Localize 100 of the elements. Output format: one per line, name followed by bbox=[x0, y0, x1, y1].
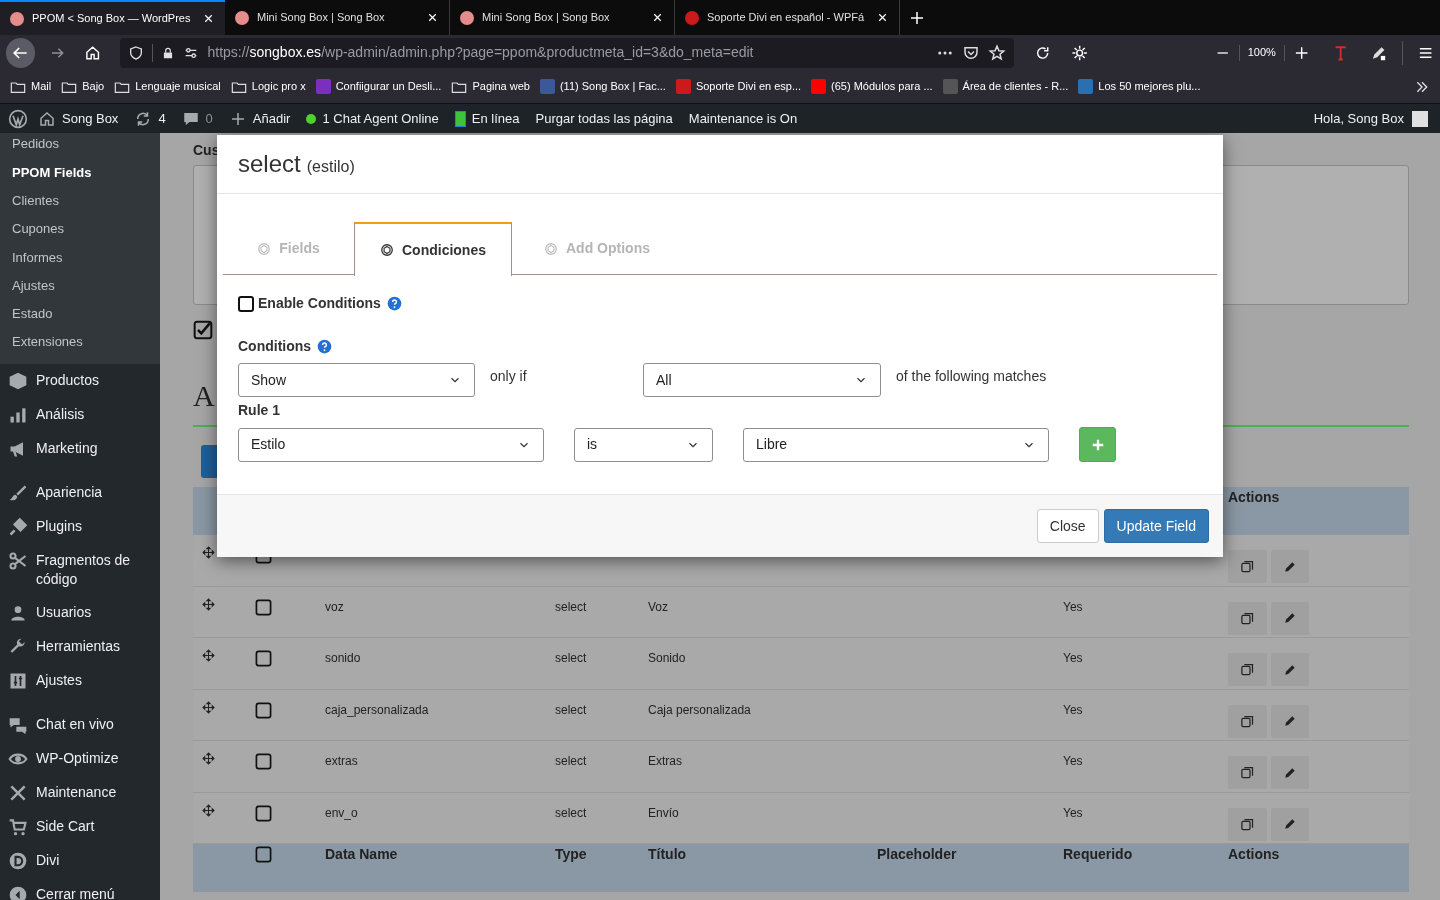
submenu-item[interactable]: PPOM Fields bbox=[0, 158, 160, 187]
help-icon[interactable] bbox=[386, 296, 402, 311]
update-field-button[interactable]: Update Field bbox=[1103, 509, 1209, 543]
duplicate-button[interactable] bbox=[1228, 756, 1267, 789]
checkbox[interactable] bbox=[255, 701, 272, 719]
duplicate-button[interactable] bbox=[1228, 704, 1267, 738]
select-dropdown[interactable]: Estilo bbox=[238, 427, 544, 462]
comments-link[interactable]: 0 bbox=[173, 104, 221, 133]
menu-item[interactable]: Análisis bbox=[0, 398, 160, 433]
site-link[interactable]: Song Box bbox=[30, 104, 127, 133]
duplicate-button[interactable] bbox=[1228, 807, 1267, 841]
bookmark-item[interactable]: Mail bbox=[10, 78, 52, 95]
back-button[interactable] bbox=[6, 37, 35, 68]
menu-item[interactable]: Plugins bbox=[0, 510, 160, 545]
duplicate-button[interactable] bbox=[1228, 601, 1267, 635]
duplicate-button[interactable] bbox=[1228, 653, 1267, 686]
edit-button[interactable] bbox=[1271, 756, 1309, 789]
copy-icon bbox=[1240, 559, 1255, 574]
move-icon[interactable] bbox=[202, 700, 215, 714]
browser-tab[interactable]: PPOM < Song Box — WordPres bbox=[0, 0, 225, 35]
edit-button[interactable] bbox=[1271, 807, 1309, 841]
close-icon[interactable] bbox=[876, 11, 889, 24]
menu-item[interactable]: Usuarios bbox=[0, 596, 160, 631]
checkbox[interactable] bbox=[238, 295, 254, 312]
help-icon[interactable] bbox=[317, 339, 333, 354]
move-icon[interactable] bbox=[202, 546, 215, 559]
menu-item[interactable]: WP-Optimize bbox=[0, 742, 160, 777]
menu-item[interactable]: Apariencia bbox=[0, 476, 160, 511]
wordpress-icon[interactable] bbox=[8, 108, 28, 129]
checkbox[interactable] bbox=[255, 753, 272, 770]
checkbox[interactable] bbox=[255, 804, 272, 822]
bookmark-item[interactable]: Pagina web bbox=[451, 78, 530, 95]
address-bar[interactable]: https://songbox.es/wp-admin/admin.php?page=ppom&productmeta_id=3&do_meta=edit bbox=[120, 37, 1015, 68]
menu-item[interactable]: Chat en vivo bbox=[0, 708, 160, 743]
add-rule-button[interactable] bbox=[1079, 427, 1116, 462]
menu-item[interactable]: Divi bbox=[0, 844, 160, 879]
updates-link[interactable]: 4 bbox=[126, 104, 174, 133]
bookmark-item[interactable]: Confiigurar un Desli... bbox=[315, 78, 442, 95]
select-dropdown[interactable]: is bbox=[574, 427, 713, 462]
move-icon[interactable] bbox=[202, 803, 215, 817]
select-dropdown[interactable]: Show bbox=[238, 363, 475, 397]
submenu-item[interactable]: Cupones bbox=[0, 214, 160, 244]
submenu-item[interactable]: Extensiones bbox=[0, 328, 160, 357]
move-icon[interactable] bbox=[202, 597, 215, 611]
bookmark-item[interactable]: Bajo bbox=[61, 78, 105, 95]
close-icon[interactable] bbox=[202, 12, 215, 25]
bookmark-item[interactable]: Logic pro x bbox=[230, 78, 306, 95]
chat-status-link[interactable]: 1 Chat Agent Online bbox=[298, 104, 447, 133]
d-circle-icon bbox=[8, 851, 28, 872]
submenu-item[interactable]: Informes bbox=[0, 243, 160, 272]
checkbox[interactable] bbox=[255, 598, 272, 616]
move-icon[interactable] bbox=[202, 649, 215, 662]
menu-item[interactable]: Marketing bbox=[0, 432, 160, 467]
edit-button[interactable] bbox=[1271, 550, 1309, 583]
star-icon[interactable] bbox=[988, 43, 1007, 62]
duplicate-button[interactable] bbox=[1228, 550, 1267, 583]
edit-button[interactable] bbox=[1271, 704, 1309, 738]
copy-icon bbox=[1240, 713, 1255, 729]
purge-cache-link[interactable]: Purgar todas las página bbox=[527, 104, 681, 133]
account-link[interactable]: Hola, Song Box bbox=[1305, 104, 1428, 133]
bookmark-item[interactable]: Lenguaje musical bbox=[114, 78, 221, 95]
close-icon[interactable] bbox=[651, 11, 664, 24]
edit-button[interactable] bbox=[1271, 653, 1309, 686]
bookmark-item[interactable]: Los 50 mejores plu... bbox=[1078, 78, 1201, 95]
submenu-item[interactable]: Ajustes bbox=[0, 271, 160, 300]
bookmark-item[interactable]: (65) Módulos para ... bbox=[811, 78, 933, 95]
pencil-icon bbox=[1283, 765, 1297, 780]
menu-item[interactable]: Side Cart bbox=[0, 810, 160, 845]
checkbox[interactable] bbox=[255, 846, 272, 863]
menu-item[interactable]: Cerrar menú bbox=[0, 878, 160, 900]
menu-item[interactable]: Maintenance bbox=[0, 776, 160, 811]
edit-button[interactable] bbox=[1271, 601, 1309, 635]
submenu-item[interactable]: Pedidos bbox=[0, 133, 160, 159]
new-link[interactable]: Añadir bbox=[220, 104, 299, 133]
maintenance-link[interactable]: Maintenance is On bbox=[680, 104, 806, 133]
table-cell-text: select bbox=[555, 598, 588, 616]
menu-item[interactable]: Ajustes bbox=[0, 664, 160, 699]
copy-icon bbox=[1240, 816, 1255, 832]
checkbox[interactable] bbox=[255, 650, 272, 667]
submenu-item[interactable]: Clientes bbox=[0, 186, 160, 215]
modal-tab[interactable]: Condiciones bbox=[354, 222, 512, 276]
submenu-item[interactable]: Estado bbox=[0, 299, 160, 329]
close-icon[interactable] bbox=[426, 11, 439, 24]
move-icon[interactable] bbox=[202, 752, 215, 765]
close-button[interactable]: Close bbox=[1036, 509, 1099, 543]
menu-item[interactable]: Fragmentos de código bbox=[0, 544, 160, 597]
zoom-level[interactable]: 100% bbox=[1247, 44, 1276, 61]
bookmark-item[interactable]: Soporte Divi en esp... bbox=[675, 78, 802, 95]
select-dropdown[interactable]: Libre bbox=[743, 427, 1049, 462]
menu-item[interactable]: Herramientas bbox=[0, 630, 160, 665]
condition-text: of the following matches bbox=[896, 367, 1047, 386]
modal-subtitle: (estilo) bbox=[306, 157, 355, 177]
menu-item[interactable]: Productos bbox=[0, 364, 160, 399]
bookmark-item[interactable]: Área de clientes - R... bbox=[942, 78, 1069, 95]
home-icon[interactable] bbox=[83, 43, 101, 62]
select-dropdown[interactable]: All bbox=[643, 363, 881, 397]
column-header: Type bbox=[555, 845, 588, 864]
bookmark-item[interactable]: (11) Song Box | Fac... bbox=[539, 78, 666, 95]
online-status-link[interactable]: En línea bbox=[446, 104, 528, 133]
checked-checkbox[interactable] bbox=[193, 320, 213, 340]
